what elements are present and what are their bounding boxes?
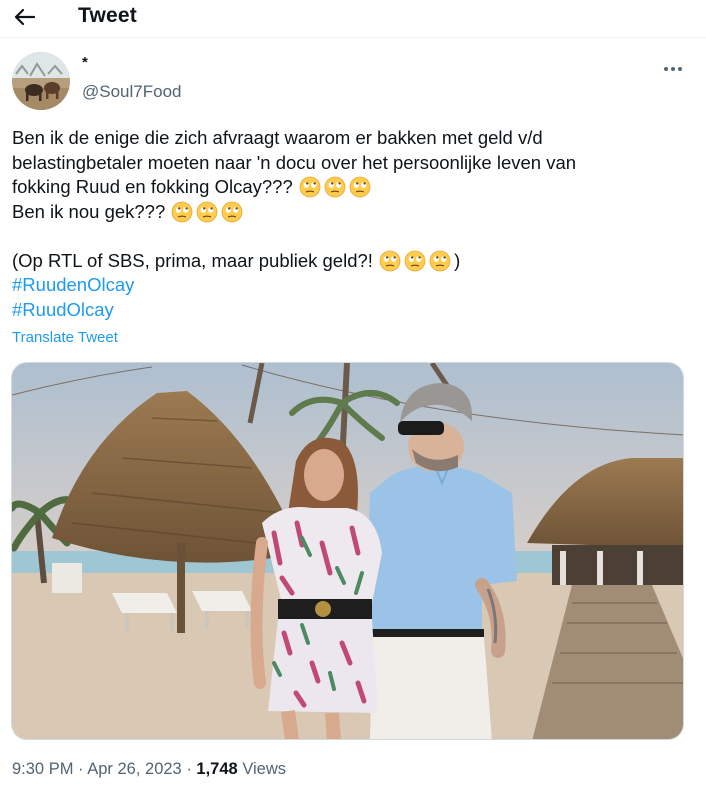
photo-couple-at-beach [12, 363, 683, 739]
page-title: Tweet [78, 4, 137, 27]
views-count[interactable]: 1,748 [196, 760, 237, 778]
emoji-group [298, 176, 374, 198]
meta-separator: · [78, 760, 84, 778]
face-with-rolling-eyes-icon [429, 250, 451, 272]
tweet-time[interactable]: 9:30 PM [12, 760, 73, 778]
hashtag-link[interactable]: #RuudOlcay [12, 298, 692, 323]
translate-tweet-link[interactable]: Translate Tweet [12, 329, 118, 346]
tweet-text-segment: ) [454, 249, 461, 271]
views-label[interactable]: Views [242, 760, 286, 778]
meta-separator: · [186, 760, 192, 778]
tweet-header: Tweet [0, 0, 706, 36]
avatar-cows-photo [12, 52, 70, 110]
face-with-rolling-eyes-icon [379, 250, 401, 272]
face-with-rolling-eyes-icon [349, 176, 371, 198]
tweet-meta: 9:30 PM · Apr 26, 2023 · 1,748 Views [12, 760, 286, 779]
tweet-text-line: Ben ik nou gek??? [12, 200, 692, 225]
arrow-left-icon[interactable] [10, 2, 40, 32]
header-divider [0, 37, 706, 38]
author-display-name[interactable]: * [82, 54, 88, 71]
tweet-text-segment: Ben ik nou gek??? [12, 200, 166, 222]
face-with-rolling-eyes-icon [221, 201, 243, 223]
tweet-date[interactable]: Apr 26, 2023 [87, 760, 182, 778]
tweet-text: Ben ik de enige die zich afvraagt waarom… [12, 126, 692, 322]
face-with-rolling-eyes-icon [324, 176, 346, 198]
hashtag-link[interactable]: #RuudenOlcay [12, 273, 692, 298]
tweet-text-segment: fokking Ruud en fokking Olcay??? [12, 176, 293, 197]
emoji-group [378, 250, 454, 271]
emoji-group [170, 201, 246, 222]
tweet-text-line: Ben ik de enige die zich afvraagt waarom… [12, 127, 543, 148]
face-with-rolling-eyes-icon [196, 201, 218, 223]
author-handle[interactable]: @Soul7Food [82, 82, 182, 102]
face-with-rolling-eyes-icon [171, 201, 193, 223]
tweet-photo[interactable] [11, 362, 684, 740]
tweet-text-line: belastingbetaler moeten naar 'n docu ove… [12, 151, 577, 173]
tweet-text-line: fokking Ruud en fokking Olcay??? [12, 175, 692, 200]
more-options-icon[interactable] [656, 58, 690, 80]
tweet-text-line: (Op RTL of SBS, prima, maar publiek geld… [12, 249, 692, 274]
tweet-text-segment: (Op RTL of SBS, prima, maar publiek geld… [12, 249, 373, 271]
face-with-rolling-eyes-icon [404, 250, 426, 272]
avatar[interactable] [12, 52, 70, 110]
face-with-rolling-eyes-icon [299, 176, 321, 198]
